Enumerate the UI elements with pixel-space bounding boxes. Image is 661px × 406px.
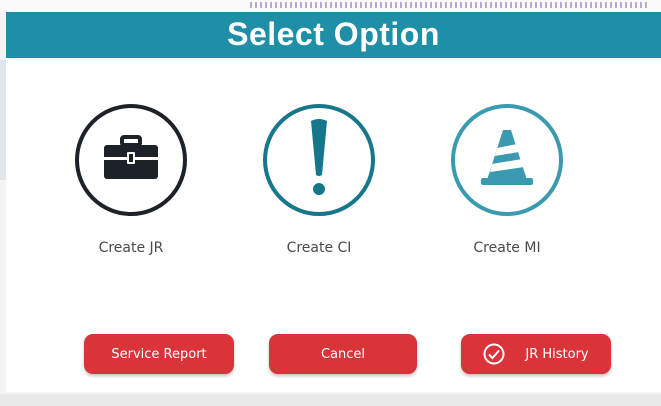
create-ci-option[interactable]: Create CI	[239, 104, 399, 256]
dialog-header: Select Option	[6, 12, 661, 58]
service-report-button[interactable]: Service Report	[84, 334, 234, 374]
service-report-label: Service Report	[111, 346, 207, 362]
jr-history-label: JR History	[525, 346, 589, 362]
create-jr-option[interactable]: Create JR	[51, 104, 211, 256]
create-jr-label: Create JR	[98, 240, 164, 256]
bottom-strip	[0, 394, 661, 406]
create-mi-option[interactable]: Create MI	[427, 104, 587, 256]
create-ci-circle[interactable]	[263, 104, 375, 216]
create-jr-circle[interactable]	[75, 104, 187, 216]
create-mi-circle[interactable]	[451, 104, 563, 216]
cancel-label: Cancel	[320, 346, 366, 362]
jr-history-button[interactable]: JR History	[461, 334, 611, 374]
cancel-button[interactable]: Cancel	[269, 334, 417, 374]
create-ci-label: Create CI	[286, 240, 352, 256]
create-mi-label: Create MI	[473, 240, 541, 256]
select-option-dialog: Select Option Create JR Create CI Create…	[6, 12, 661, 392]
traffic-cone-icon	[475, 126, 539, 195]
dotted-progress-strip	[250, 2, 650, 8]
check-circle-icon	[483, 343, 505, 365]
top-strip	[0, 0, 661, 12]
dialog-title: Select Option	[227, 15, 440, 52]
briefcase-icon	[102, 134, 160, 186]
exclamation-icon	[304, 117, 334, 204]
